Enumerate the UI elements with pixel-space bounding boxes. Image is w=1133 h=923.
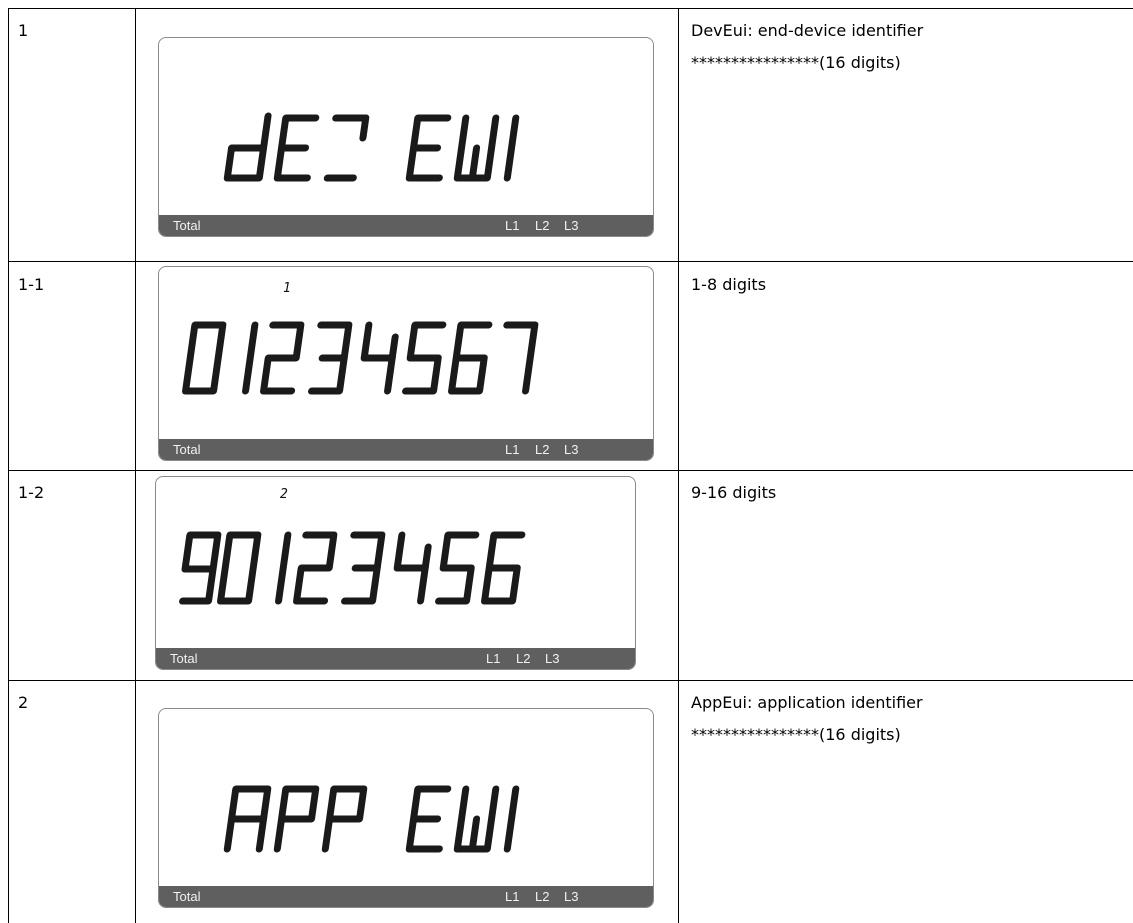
row-index: 1-1 [18, 275, 45, 294]
phase-l3: L3 [564, 442, 579, 457]
lcd-segment-text [223, 785, 520, 853]
lcd-status-bar: Total L1 L2 L3 [159, 886, 653, 907]
phase-l1: L1 [505, 218, 520, 233]
total-label: Total [173, 218, 201, 233]
lcd-segment-text [223, 112, 520, 182]
table-rule [678, 8, 679, 923]
phase-l1: L1 [505, 442, 520, 457]
lcd-status-bar: Total L1 L2 L3 [156, 648, 635, 669]
lcd-status-bar: Total L1 L2 L3 [159, 439, 653, 460]
description-line: 1-8 digits [691, 275, 767, 294]
phase-l2: L2 [535, 442, 550, 457]
description-line: DevEui: end-device identifier [691, 21, 924, 40]
phase-l2: L2 [535, 218, 550, 233]
phase-l1: L1 [505, 889, 520, 904]
row-index: 1-2 [18, 483, 45, 502]
phase-l2: L2 [516, 651, 531, 666]
description-line: AppEui: application identifier [691, 693, 923, 712]
lcd-display: Total L1 L2 L3 [158, 708, 654, 908]
table-rule [8, 8, 1133, 9]
table-rule [8, 8, 9, 923]
table-rule [8, 470, 1133, 471]
phase-l3: L3 [564, 889, 579, 904]
phase-l2: L2 [535, 889, 550, 904]
description-line: ****************(16 digits) [691, 725, 901, 744]
phase-l1: L1 [486, 651, 501, 666]
phase-l3: L3 [564, 218, 579, 233]
lcd-display: Total L1 L2 L3 [158, 37, 654, 237]
phase-l3: L3 [545, 651, 560, 666]
lcd-segment-text [182, 321, 539, 395]
total-label: Total [173, 442, 201, 457]
lcd-status-bar: Total L1 L2 L3 [159, 215, 653, 236]
total-label: Total [173, 889, 201, 904]
lcd-display: 1 Total L1 L2 L3 [158, 266, 654, 461]
row-index: 1 [18, 21, 29, 40]
table-rule [8, 680, 1133, 681]
description-line: ****************(16 digits) [691, 53, 901, 72]
table-rule [8, 261, 1133, 262]
row-index: 2 [18, 693, 29, 712]
table-rule [135, 8, 136, 923]
lcd-display: 2 Total L1 L2 L3 [155, 476, 636, 670]
total-label: Total [170, 651, 198, 666]
description-line: 9-16 digits [691, 483, 777, 502]
lcd-segment-text [179, 531, 526, 605]
